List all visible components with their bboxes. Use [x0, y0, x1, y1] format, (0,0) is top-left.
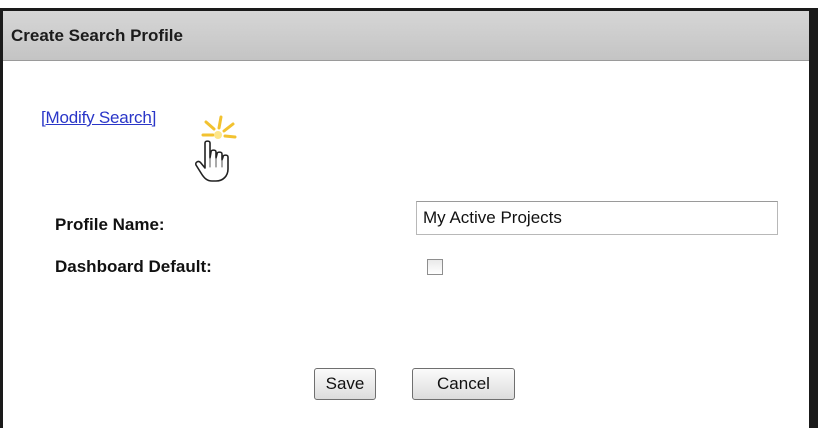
profile-name-input[interactable] — [416, 201, 778, 235]
profile-name-label: Profile Name: — [55, 215, 165, 234]
save-button[interactable]: Save — [314, 368, 376, 400]
dashboard-default-checkbox[interactable] — [427, 259, 443, 275]
dialog-title: Create Search Profile — [3, 11, 809, 61]
cancel-button[interactable]: Cancel — [412, 368, 515, 400]
hand-pointer-icon — [194, 140, 229, 182]
create-search-profile-dialog: Create Search Profile [Modify Search] Pr… — [0, 8, 818, 428]
modify-search-link[interactable]: [Modify Search] — [41, 108, 156, 128]
dashboard-default-label: Dashboard Default: — [55, 257, 212, 276]
